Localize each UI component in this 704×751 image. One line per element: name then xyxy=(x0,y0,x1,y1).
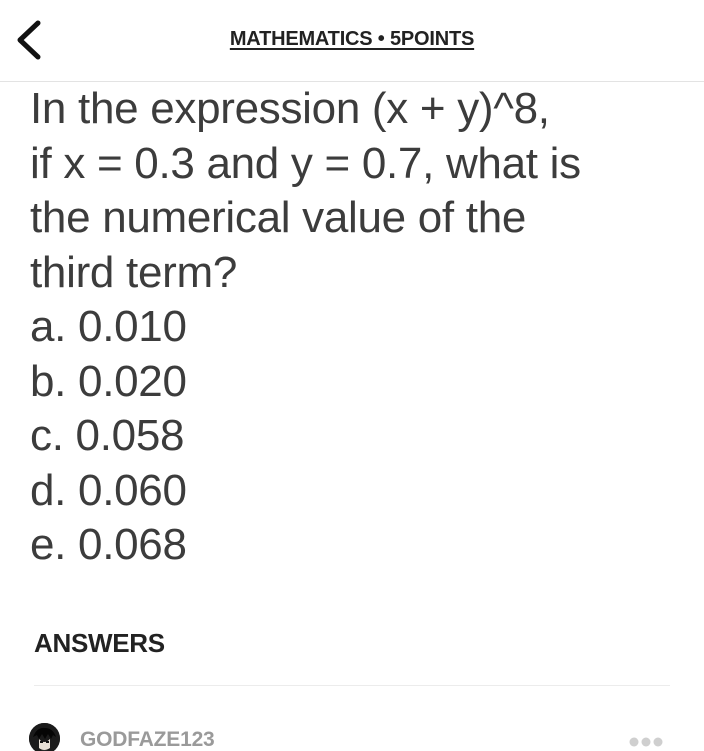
question-line: if x = 0.3 and y = 0.7, what is xyxy=(30,138,581,188)
answer-item: GODFAZE123 xyxy=(0,715,704,751)
question-text: In the expression (x + y)^8, if x = 0.3 … xyxy=(30,82,690,573)
question-line: the numerical value of the xyxy=(30,193,527,242)
answer-option-e: e. 0.068 xyxy=(30,520,187,569)
answer-option-c: c. 0.058 xyxy=(30,411,185,460)
more-dots-icon xyxy=(629,737,663,747)
avatar[interactable] xyxy=(29,723,60,751)
answer-option-a: a. 0.010 xyxy=(30,302,187,351)
more-options-button[interactable] xyxy=(628,735,668,749)
answer-username[interactable]: GODFAZE123 xyxy=(80,728,215,751)
avatar-image xyxy=(29,723,60,751)
answers-heading: ANSWERS xyxy=(34,628,165,658)
top-bar: MATHEMATICS • 5POINTS xyxy=(0,0,704,82)
answer-option-b: b. 0.020 xyxy=(30,356,187,406)
question-line: In the expression (x + y)^8, xyxy=(30,84,550,133)
question-line: third term? xyxy=(30,247,237,297)
answer-option-d: d. 0.060 xyxy=(30,465,187,515)
subject-points-title[interactable]: MATHEMATICS • 5POINTS xyxy=(0,28,704,51)
divider xyxy=(34,685,670,686)
